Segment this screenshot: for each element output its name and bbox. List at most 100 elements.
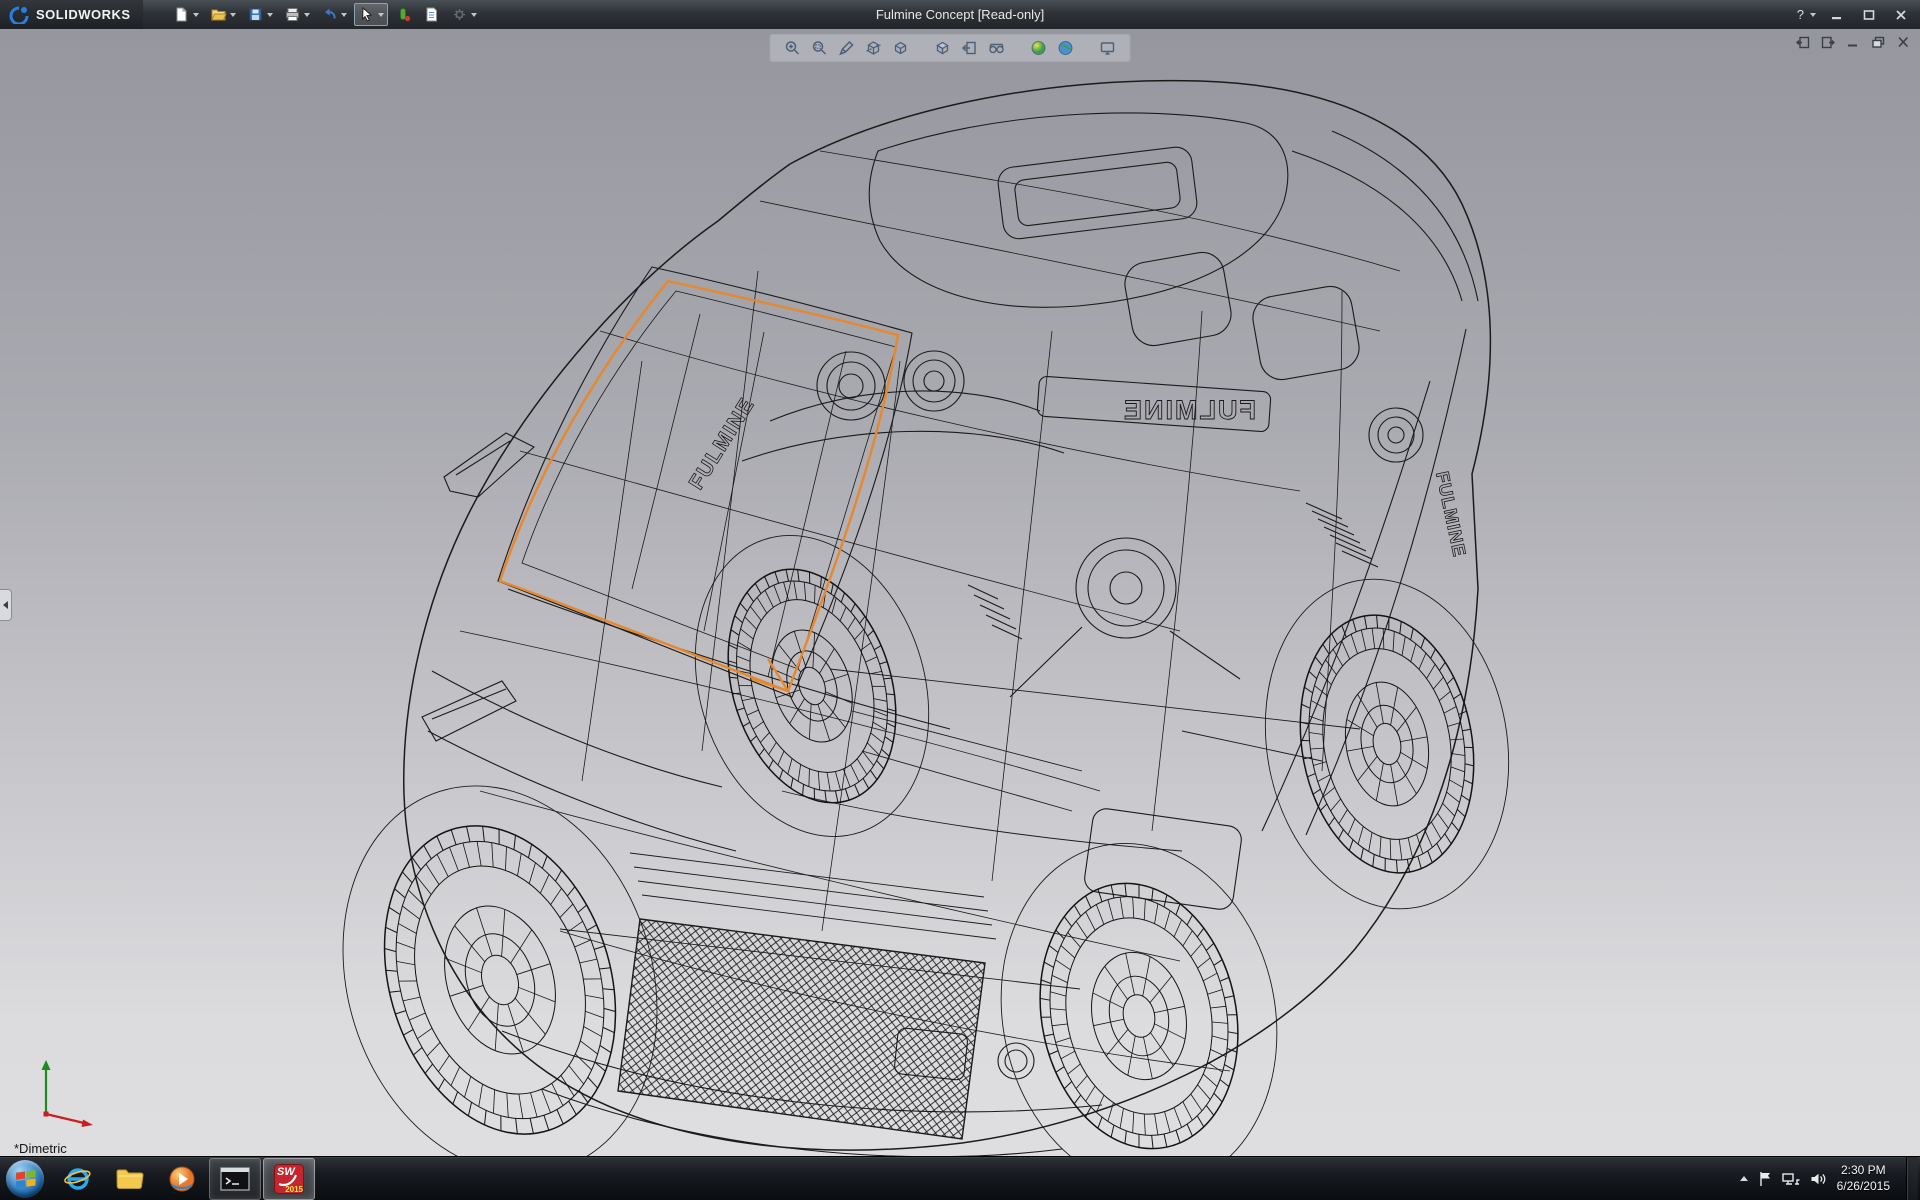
options-caret[interactable] <box>471 13 477 17</box>
start-button[interactable] <box>6 1160 44 1198</box>
file-properties-icon <box>423 6 440 23</box>
zoom-to-fit-icon <box>784 39 802 57</box>
taskbar-media-player[interactable] <box>157 1159 207 1199</box>
collapse-arrow-icon <box>3 601 8 609</box>
help-caret[interactable] <box>1810 13 1816 17</box>
instant3d-button[interactable] <box>391 3 416 26</box>
previous-window-icon <box>1796 36 1810 49</box>
wheel-front-left <box>347 796 654 1157</box>
folder-icon <box>115 1166 145 1192</box>
undo-button[interactable] <box>317 3 351 26</box>
view-orientation-label: *Dimetric <box>14 1141 67 1156</box>
view-heads-up-toolbar <box>770 34 1131 62</box>
show-hidden-icons-button[interactable] <box>1740 1176 1748 1181</box>
minimize-button[interactable] <box>1826 7 1848 23</box>
doc-restore-button[interactable] <box>1869 34 1887 50</box>
model-badge-right: FULMINE <box>1432 470 1470 559</box>
taskbar-file-explorer[interactable] <box>105 1159 155 1199</box>
view-settings-button[interactable] <box>1098 38 1118 58</box>
save-button[interactable] <box>243 3 277 26</box>
new-document-button[interactable] <box>169 3 203 26</box>
open-folder-icon <box>210 6 227 23</box>
save-icon <box>247 6 264 23</box>
solidworks-tile: SW 2015 <box>274 1164 304 1194</box>
undo-caret[interactable] <box>341 13 347 17</box>
car-wireframe: FULMINE FULMINE FULMINE <box>294 81 1534 1157</box>
clock-date: 6/26/2015 <box>1837 1179 1890 1195</box>
minimize-icon <box>1831 9 1843 21</box>
doc-minimize-button[interactable] <box>1844 34 1862 50</box>
volume-icon[interactable] <box>1810 1171 1827 1187</box>
viewport[interactable]: FULMINE FULMINE FULMINE <box>0 29 1920 1157</box>
print-caret[interactable] <box>304 13 310 17</box>
select-button[interactable] <box>354 3 388 26</box>
show-desktop-button[interactable] <box>1906 1157 1918 1200</box>
previous-window-button[interactable] <box>1794 34 1812 50</box>
close-button[interactable] <box>1890 7 1912 23</box>
next-window-icon <box>1821 36 1835 49</box>
model-badge-left: FULMINE <box>685 393 760 493</box>
network-icon[interactable] <box>1782 1171 1800 1187</box>
system-tray: 2:30 PM 6/26/2015 <box>1740 1157 1920 1200</box>
options-gear-icon <box>451 6 468 23</box>
apply-scene-globe-icon <box>1057 39 1075 57</box>
file-properties-button[interactable] <box>419 3 444 26</box>
feature-manager-collapse-tab[interactable] <box>0 589 12 621</box>
maximize-button[interactable] <box>1858 7 1880 23</box>
title-bar: SOLIDWORKS <box>0 0 1920 29</box>
doc-close-icon <box>1897 36 1910 48</box>
select-caret[interactable] <box>378 13 384 17</box>
open-button[interactable] <box>206 3 240 26</box>
new-document-icon <box>173 6 190 23</box>
model-canvas[interactable]: FULMINE FULMINE FULMINE <box>0 29 1920 1157</box>
model-badge-rear: FULMINE <box>1122 395 1256 425</box>
wheel-rear-left <box>700 547 924 824</box>
taskbar-clock[interactable]: 2:30 PM 6/26/2015 <box>1837 1163 1890 1194</box>
zoom-to-area-button[interactable] <box>810 38 830 58</box>
new-document-caret[interactable] <box>193 13 199 17</box>
media-player-icon <box>167 1164 197 1194</box>
internet-explorer-icon <box>63 1164 93 1194</box>
hide-show-items-button[interactable] <box>987 38 1007 58</box>
undo-icon <box>321 6 338 23</box>
orientation-triad <box>42 1060 94 1127</box>
view-orientation-icon <box>934 39 952 57</box>
print-button[interactable] <box>280 3 314 26</box>
sketch-button[interactable] <box>837 38 857 58</box>
doc-close-button[interactable] <box>1894 34 1912 50</box>
window-title: Fulmine Concept [Read-only] <box>876 7 1044 22</box>
taskbar-internet-explorer[interactable] <box>53 1159 103 1199</box>
taskbar: SW 2015 2:30 PM 6/26/2015 <box>0 1156 1920 1200</box>
maximize-icon <box>1863 9 1875 21</box>
solidworks-monogram: SW <box>277 1166 295 1178</box>
save-caret[interactable] <box>267 13 273 17</box>
open-caret[interactable] <box>230 13 236 17</box>
edit-appearance-button[interactable] <box>1029 38 1049 58</box>
print-icon <box>284 6 301 23</box>
zoom-to-fit-button[interactable] <box>783 38 803 58</box>
apply-scene-button[interactable] <box>1056 38 1076 58</box>
help-label: ? <box>1797 7 1804 22</box>
sketch-pencil-icon <box>838 39 856 57</box>
section-view-button[interactable] <box>864 38 884 58</box>
view-settings-icon <box>1099 39 1117 57</box>
brand-text: SOLIDWORKS <box>36 7 131 22</box>
next-window-button[interactable] <box>1819 34 1837 50</box>
clock-time: 2:30 PM <box>1837 1163 1890 1179</box>
select-arrow-icon <box>358 6 375 23</box>
command-prompt-icon <box>219 1165 251 1193</box>
display-style-button[interactable] <box>891 38 911 58</box>
help-button[interactable]: ? <box>1797 7 1816 22</box>
document-window-controls <box>1794 34 1912 50</box>
wheel-rear-right <box>1281 601 1494 887</box>
previous-view-button[interactable] <box>960 38 980 58</box>
solidworks-brand: SOLIDWORKS <box>0 0 143 29</box>
options-button[interactable] <box>447 3 481 26</box>
taskbar-command-prompt[interactable] <box>209 1158 261 1200</box>
action-center-flag-icon[interactable] <box>1758 1171 1772 1187</box>
3ds-logo-icon <box>8 6 30 24</box>
taskbar-solidworks[interactable]: SW 2015 <box>263 1158 315 1200</box>
window-controls: ? <box>1797 7 1920 23</box>
view-orientation-button[interactable] <box>933 38 953 58</box>
previous-view-icon <box>961 39 979 57</box>
